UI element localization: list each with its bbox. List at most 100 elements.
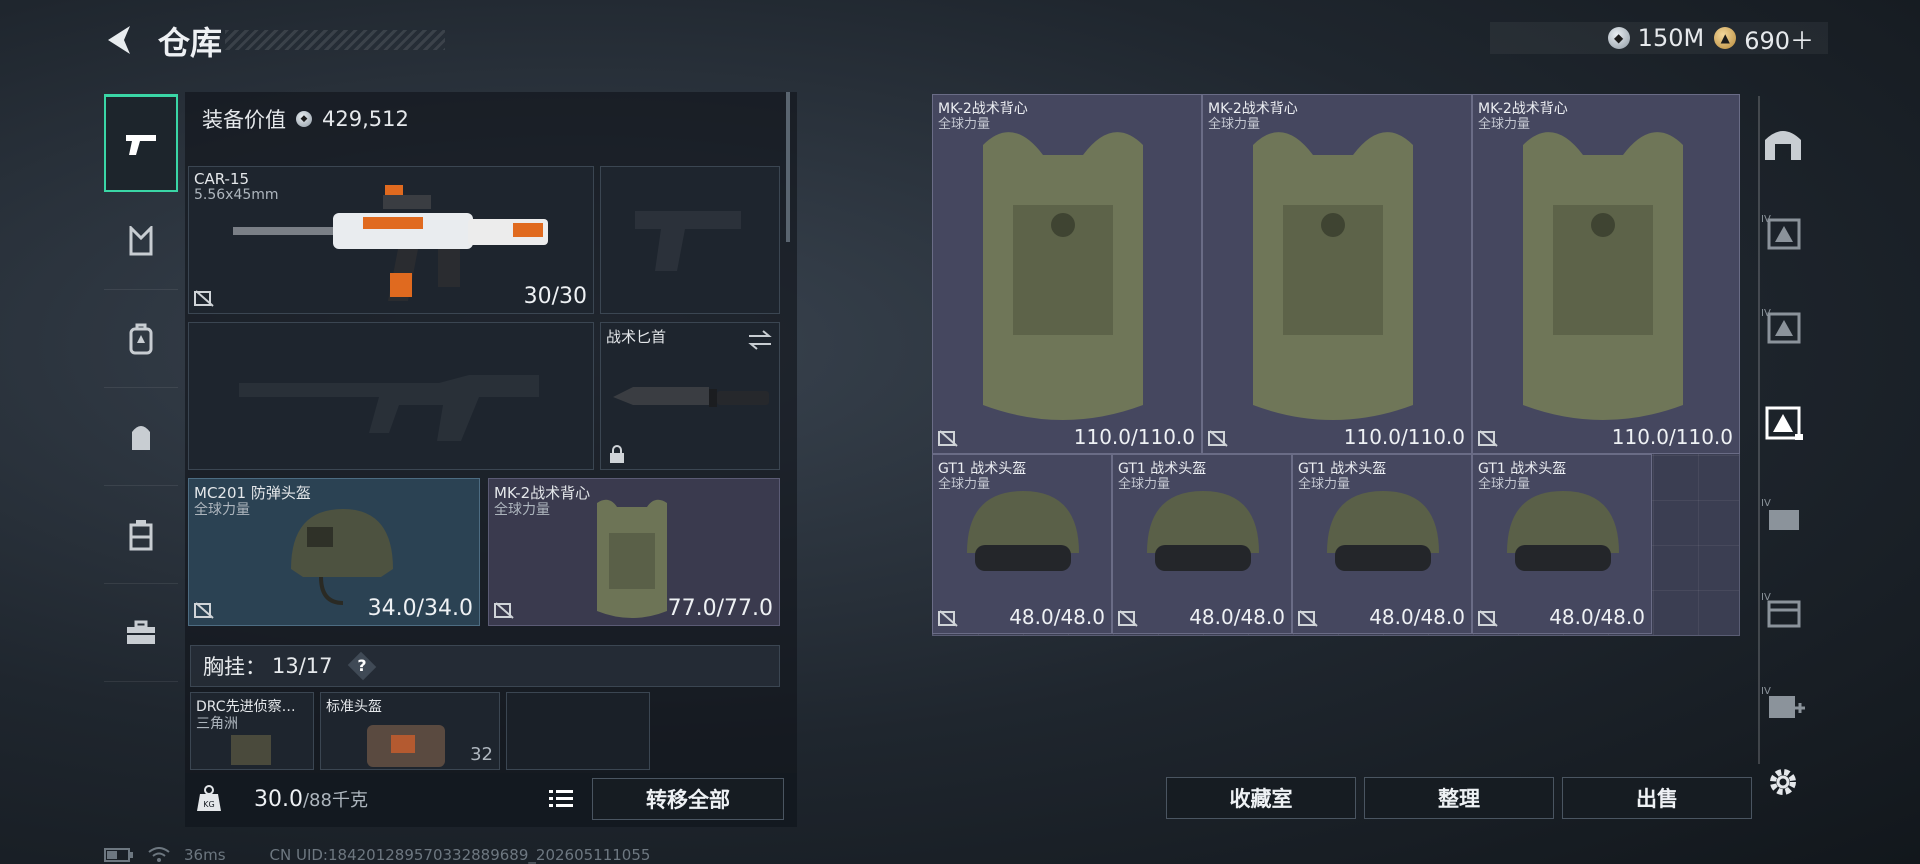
- silver-coin-icon: ◆: [1607, 27, 1630, 49]
- help-button[interactable]: ?: [347, 651, 376, 681]
- rifle-placeholder-icon: [239, 375, 539, 441]
- chest-rig-capacity: 13/17: [272, 654, 333, 678]
- tab-pouch[interactable]: [104, 388, 178, 486]
- svg-text:KG: KG: [203, 800, 214, 809]
- uid-text: CN UID:18420128957033288968​9_2026051110…: [269, 846, 651, 864]
- stash-item-helmet[interactable]: GT1 战术头盔 全球力量 48.0/48.0: [1472, 454, 1652, 634]
- svg-text:IV: IV: [1761, 686, 1771, 697]
- tab-safe-box[interactable]: [104, 486, 178, 584]
- primary-weapon-slot[interactable]: CAR-15 5.56x45mm 30/30: [188, 166, 594, 314]
- lock-icon: [610, 445, 624, 463]
- weight-icon: KG: [197, 785, 221, 811]
- stash-tab-4[interactable]: IV: [1748, 476, 1818, 556]
- silver-coin-icon: ◆: [296, 111, 312, 127]
- currency-silver[interactable]: ◆ 150M: [1607, 24, 1705, 52]
- knife-image: [613, 387, 769, 407]
- stash-tab-all[interactable]: [1748, 104, 1818, 184]
- list-icon: [549, 790, 573, 807]
- stash-item-helmet[interactable]: GT1 战术头盔 全球力量 48.0/48.0: [1292, 454, 1472, 634]
- stash-gate-icon: [1765, 131, 1801, 160]
- armor-filter-icon: IV: [1761, 498, 1799, 530]
- stash-tab-2[interactable]: IV: [1748, 286, 1818, 366]
- swap-icon[interactable]: [747, 329, 773, 351]
- armor-filter-icon: [1765, 406, 1803, 440]
- page-title: 仓库: [158, 24, 223, 62]
- bag-image: [367, 725, 445, 767]
- chest-rig-label: 胸挂：: [203, 655, 266, 679]
- chevron-left-icon: [108, 26, 130, 54]
- transfer-all-button[interactable]: 转移全部: [592, 778, 784, 820]
- armor-filter-icon: IV: [1761, 686, 1805, 718]
- stash-item-helmet[interactable]: GT1 战术头盔 全球力量 48.0/48.0: [1112, 454, 1292, 634]
- chest-rig-bar: 胸挂： 13/17 ?: [190, 645, 780, 687]
- sell-button[interactable]: 出售: [1562, 777, 1752, 819]
- item-durability: 110.0/110.0: [1073, 425, 1195, 449]
- left-tab-rail: [104, 88, 178, 806]
- weight-current: 30.0: [254, 787, 303, 812]
- currency-gold[interactable]: ▲ 690＋: [1714, 21, 1814, 56]
- stash-tab-1[interactable]: IV: [1748, 192, 1818, 272]
- armor-filter-icon: IV: [1761, 308, 1801, 344]
- organize-button[interactable]: 整理: [1364, 777, 1554, 819]
- stash-tab-5[interactable]: IV: [1748, 570, 1818, 650]
- safe-box-icon: [129, 519, 153, 550]
- insured-icon: [194, 602, 214, 619]
- item-durability: 110.0/110.0: [1611, 425, 1733, 449]
- secondary-weapon-slot[interactable]: [600, 166, 780, 314]
- settings-button[interactable]: [1748, 742, 1818, 822]
- insured-icon: [1208, 430, 1228, 447]
- backpack-icon: [129, 323, 153, 354]
- stash-item-armor[interactable]: MK-2战术背心 全球力量 110.0/110.0: [1202, 94, 1472, 454]
- status-bar: 36ms CN UID:18420128957033288968​9_20260…: [104, 846, 650, 864]
- weight-value: 30.0/88千克: [254, 786, 368, 812]
- equipment-value: 装备价值 ◆ 429,512: [202, 104, 409, 134]
- rig-empty-slot[interactable]: [506, 692, 650, 770]
- vest-image: [1523, 132, 1683, 420]
- helmet-slot[interactable]: MC201 防弹头盔 全球力量 34.0/34.0: [188, 478, 480, 626]
- tab-weapons[interactable]: [104, 94, 178, 192]
- rifle-image: [233, 185, 548, 301]
- wifi-icon: [148, 847, 170, 862]
- armor-filter-icon: IV: [1761, 214, 1801, 250]
- armor-slot[interactable]: MK-2战术背心 全球力量 77.0/77.0: [488, 478, 780, 626]
- pistol-icon: [126, 134, 156, 155]
- stash-tab-3-active[interactable]: [1748, 382, 1818, 462]
- stash-item-helmet[interactable]: GT1 战术头盔 全球力量 48.0/48.0: [932, 454, 1112, 634]
- gear-icon: [1770, 769, 1796, 795]
- item-durability: 48.0/48.0: [1189, 605, 1285, 629]
- equipment-value-amount: 429,512: [322, 107, 409, 131]
- armor-durability: 77.0/77.0: [667, 596, 773, 621]
- melee-name: 战术匕首: [606, 328, 667, 346]
- insured-icon: [494, 602, 514, 619]
- list-view-button[interactable]: [544, 784, 578, 814]
- tab-chest-rig[interactable]: [104, 192, 178, 290]
- helmet-image: [291, 509, 393, 605]
- insured-icon: [1118, 610, 1138, 627]
- title-decoration: [225, 30, 445, 50]
- equipment-scrollbar[interactable]: [786, 92, 790, 242]
- weapon-ammo: 30/30: [523, 284, 587, 309]
- tab-backpack[interactable]: [104, 290, 178, 388]
- insured-icon: [938, 430, 958, 447]
- stash-item-armor[interactable]: MK-2战术背心 全球力量 110.0/110.0: [1472, 94, 1740, 454]
- second-primary-slot[interactable]: [188, 322, 594, 470]
- rig-item-count: 32: [470, 744, 493, 765]
- rig-item[interactable]: 标准头盔 32: [320, 692, 500, 770]
- rig-item-name: 标准头盔: [326, 699, 382, 715]
- tab-toolbox[interactable]: [104, 584, 178, 682]
- helmet-image: [1147, 491, 1259, 571]
- stash-tab-6[interactable]: IV: [1748, 664, 1818, 744]
- back-button[interactable]: [100, 20, 140, 60]
- ping-text: 36ms: [184, 846, 226, 864]
- melee-slot[interactable]: 战术匕首: [600, 322, 780, 470]
- collection-button[interactable]: 收藏室: [1166, 777, 1356, 819]
- vest-image: [983, 132, 1143, 420]
- stash-item-armor[interactable]: MK-2战术背心 全球力量 110.0/110.0: [932, 94, 1202, 454]
- toolbox-icon: [127, 620, 155, 644]
- vest-image: [597, 499, 667, 618]
- weight-max: /88千克: [302, 790, 368, 811]
- currency-silver-value: 150M: [1637, 24, 1705, 52]
- rig-item[interactable]: DRC先进侦察… 三角洲: [190, 692, 314, 770]
- insured-icon: [1478, 610, 1498, 627]
- chest-rig-icon: [129, 225, 153, 255]
